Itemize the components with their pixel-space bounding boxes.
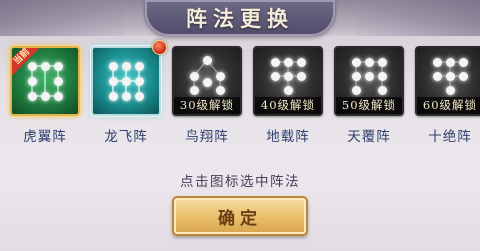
title-plaque: 阵法更换 — [145, 0, 335, 36]
unlock-level-label: 60级解锁 — [417, 97, 480, 114]
formation-name: 龙飞阵 — [104, 129, 148, 145]
formation-icon[interactable]: 60级解锁 — [415, 46, 480, 116]
formation-name: 十绝阵 — [428, 129, 472, 145]
formation-tian-fu[interactable]: 50级解锁 天覆阵 — [334, 46, 404, 145]
formation-long-fei[interactable]: 龙飞阵 — [91, 40, 167, 145]
unlock-level-label: 50级解锁 — [336, 97, 402, 114]
formation-icon[interactable]: 40级解锁 — [253, 46, 323, 116]
formation-niao-xiang[interactable]: 30级解锁 鸟翔阵 — [172, 46, 242, 145]
selection-hint: 点击图标选中阵法 — [180, 174, 300, 190]
page-title: 阵法更换 — [186, 6, 294, 31]
formation-name: 地载阵 — [266, 129, 310, 145]
unlock-level-label: 40级解锁 — [255, 97, 321, 114]
formation-shi-jue[interactable]: 60级解锁 十绝阵 — [415, 46, 480, 145]
formation-name: 鸟翔阵 — [185, 129, 229, 145]
formation-icon[interactable]: 50级解锁 — [334, 46, 404, 116]
formation-di-zai[interactable]: 40级解锁 地载阵 — [253, 46, 323, 145]
formation-name: 天覆阵 — [347, 129, 391, 145]
formation-hu-yi[interactable]: 当前 虎翼阵 — [10, 46, 80, 145]
formation-icon[interactable] — [91, 46, 161, 116]
current-badge: 当前 — [12, 48, 41, 77]
formation-icon[interactable]: 当前 — [10, 46, 80, 116]
new-indicator-icon — [152, 40, 167, 55]
confirm-button[interactable]: 确定 — [172, 196, 308, 236]
formation-icon[interactable]: 30级解锁 — [172, 46, 242, 116]
unlock-level-label: 30级解锁 — [174, 97, 240, 114]
formation-name: 虎翼阵 — [23, 129, 67, 145]
